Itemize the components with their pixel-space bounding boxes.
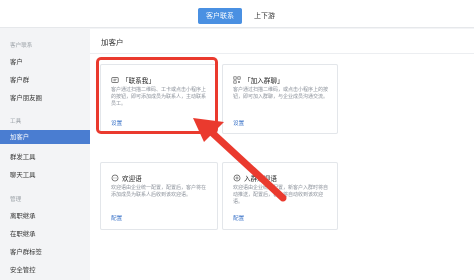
group-welcome-icon [233,174,241,182]
sidebar-group-label: 管理 [10,197,22,203]
card-join-group[interactable]: 「加入群聊」 客户通过扫描二维码，或点击小程序上的按钮，即可加入群聊，与企业成员… [222,64,338,134]
settings-link[interactable]: 设置 [233,119,244,127]
divider [90,53,474,54]
card-title: 入群欢迎语 [244,175,277,183]
sidebar-item-chat-tools[interactable]: 聊天工具 [0,168,90,182]
sidebar: 客户联系 客户 客户群 客户朋友圈 工具 加客户 群发工具 聊天工具 管理 离职… [0,29,90,280]
card-welcome-message[interactable]: 欢迎语 欢迎语由企业统一配置，配置后，客户将在添加成员为联系人后收到该欢迎语。 … [100,162,218,230]
card-title: 欢迎语 [122,175,142,183]
sidebar-item-moments[interactable]: 客户朋友圈 [0,91,90,105]
card-description: 欢迎语由企业统一配置，新客户入群时将自动推送，配置后，客户将自动收到该欢迎语。 [233,185,329,205]
sidebar-item-security[interactable]: 安全管控 [0,263,90,277]
card-group-welcome[interactable]: 入群欢迎语 欢迎语由企业统一配置，新客户入群时将自动推送，配置后，客户将自动收到… [222,162,338,230]
sidebar-item-onjob-inheritance[interactable]: 在职继承 [0,227,90,241]
card-description: 客户通过扫描二维码，或点击小程序上的按钮，即可加入群聊，与企业成员沟通交流。 [233,87,329,100]
page-title: 加客户 [101,38,124,47]
chat-bubble-icon [111,174,119,182]
card-description: 欢迎语由企业统一配置，配置后，客户将在添加成员为联系人后收到该欢迎语。 [111,185,207,198]
sidebar-group-label: 工具 [10,119,22,125]
sidebar-item-resigned-inheritance[interactable]: 离职继承 [0,209,90,223]
sidebar-item-add-customer[interactable]: 加客户 [0,130,90,144]
card-title: 「加入群聊」 [244,77,284,85]
highlight-box [96,57,218,134]
sidebar-group-label: 客户联系 [10,43,33,49]
configure-link[interactable]: 配置 [233,214,244,222]
configure-link[interactable]: 配置 [111,214,122,222]
tab-customer-contact[interactable]: 客户联系 [198,8,242,24]
sidebar-item-customers[interactable]: 客户 [0,55,90,69]
qr-code-icon [233,76,241,84]
sidebar-item-customer-groups[interactable]: 客户群 [0,73,90,87]
sidebar-item-group-tags[interactable]: 客户群标签 [0,245,90,259]
tab-upstream-downstream[interactable]: 上下游 [246,8,283,24]
top-bar: 客户联系 上下游 [0,0,474,28]
sidebar-item-mass-message[interactable]: 群发工具 [0,150,90,164]
